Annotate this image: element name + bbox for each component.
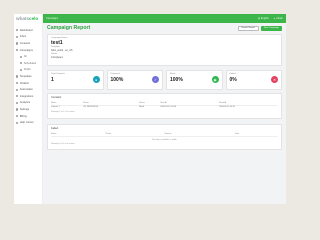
logo-part1: whats — [16, 16, 30, 21]
nav-icon — [16, 42, 19, 45]
sidebar-item-help-center[interactable]: Help Center — [14, 119, 42, 126]
stat-card: Total Contacts 1 ● — [47, 70, 104, 90]
language-selector[interactable]: ◍ English — [258, 17, 269, 20]
sidebar-item-campaigns[interactable]: Campaigns — [14, 47, 42, 54]
sidebar-item-label: Automation — [19, 88, 33, 92]
table-cell: +91 9876543210 — [82, 106, 98, 109]
sidebar-item-label: Scheduled — [23, 61, 37, 65]
sidebar-item-automation[interactable]: Automation — [14, 86, 42, 93]
stat-label: Read — [170, 73, 176, 75]
sidebar-item-chatbot[interactable]: Chatbot — [14, 80, 42, 87]
user-icon: ● — [273, 17, 276, 20]
sidebar-item-label: Campaigns — [19, 48, 33, 52]
nav-icon — [16, 81, 19, 85]
sidebar-item-label: Billing — [19, 114, 27, 118]
nav-icon — [16, 35, 19, 38]
failed-table-footer: Showing 0 to 0 of 0 entries — [51, 142, 75, 145]
failed-table-card: Failed Name Phone Reason Date No data avail… — [47, 124, 282, 150]
table-cell: Contact 1 — [51, 106, 60, 109]
stat-card: Failed 0% ✕ — [225, 70, 282, 90]
sidebar-item-drafts[interactable]: Drafts — [14, 67, 42, 74]
column-header[interactable]: Date — [234, 132, 278, 137]
nav-icon — [16, 29, 19, 32]
sidebar-item-analytics[interactable]: Analytics — [14, 100, 42, 107]
globe-icon: ◍ — [257, 17, 260, 20]
topbar-breadcrumb[interactable]: Campaigns — [46, 17, 258, 20]
sidebar-item-all[interactable]: All — [14, 53, 42, 60]
nav-icon — [16, 48, 19, 52]
page-header: Campaign Report Export Report New Campai… — [43, 23, 286, 33]
nav-icon — [16, 108, 19, 111]
stat-label: Failed — [229, 73, 236, 75]
sidebar-item-label: Analytics — [19, 101, 31, 105]
main-area: Campaigns ◍ English ● Admin Campaign Repor… — [43, 14, 286, 204]
table-cell: Read — [139, 106, 144, 109]
topbar: Campaigns ◍ English ● Admin — [43, 14, 286, 23]
stats-row: Total Contacts 1 ● Delivered 100% ✓ Read 100% ◉ F… — [47, 70, 282, 90]
logo-suffix: o — [35, 16, 39, 21]
column-header[interactable]: Reason — [164, 132, 235, 137]
campaign-info-card: Campaign Name test1 Template hello_world… — [47, 34, 282, 66]
language-label: English — [260, 17, 269, 20]
sidebar-item-dashboard[interactable]: Dashboard — [14, 27, 42, 34]
export-report-button[interactable]: Export Report — [237, 25, 260, 31]
failed-table-empty: No data available in table — [152, 138, 177, 141]
sidebar-item-templates[interactable]: Templates — [14, 73, 42, 80]
column-header[interactable]: Phone — [105, 132, 165, 137]
sidebar-nav: Dashboard Inbox Contacts Campaigns All Schedu… — [14, 23, 42, 126]
nav-icon — [16, 95, 19, 98]
sidebar-item-contacts[interactable]: Contacts — [14, 40, 42, 47]
sidebar-item-label: Drafts — [23, 68, 31, 72]
table-row: Contact 1 +91 9876543210 Read 2024-01-15 10… — [51, 105, 278, 109]
nav-icon — [16, 75, 19, 78]
nav-icon — [20, 68, 23, 71]
nav-icon — [20, 62, 23, 65]
sidebar-item-label: Help Center — [19, 121, 34, 125]
sidebar-item-label: Inbox — [19, 35, 27, 39]
stat-label: Total Contacts — [51, 73, 65, 75]
sidebar-item-billing[interactable]: Billing — [14, 113, 42, 120]
nav-icon — [16, 101, 19, 104]
nav-icon — [16, 88, 19, 91]
app-window: whats cel o Dashboard Inbox Contacts Campaign… — [14, 14, 286, 204]
contacts-table-title: Contacts — [51, 96, 62, 99]
nav-icon — [16, 114, 19, 118]
user-name: Admin — [276, 17, 283, 20]
new-campaign-button[interactable]: New Campaign — [261, 25, 282, 31]
sidebar-item-label: Templates — [19, 74, 32, 78]
table-cell: 2024-01-15 10:30 — [160, 106, 177, 109]
sidebar-item-settings[interactable]: Settings — [14, 106, 42, 113]
sidebar-item-label: Chatbot — [19, 81, 29, 85]
check-icon: ✓ — [152, 76, 159, 83]
sidebar-item-label: Dashboard — [19, 28, 33, 32]
contacts-table-footer: Showing 1 to 1 of 1 entries — [51, 111, 75, 114]
user-menu[interactable]: ● Admin — [274, 17, 283, 20]
nav-icon — [16, 121, 19, 124]
table-header-row: Name Phone Reason Date — [51, 132, 278, 137]
contacts-table: Name Phone Status Sent At Read At Contact 1 +… — [51, 101, 278, 109]
sidebar-item-label: Contacts — [19, 41, 31, 45]
stat-label: Delivered — [110, 73, 120, 75]
sidebar-item-label: All — [23, 55, 27, 59]
stat-card: Read 100% ◉ — [166, 70, 223, 90]
users-icon: ● — [92, 76, 100, 83]
sidebar-item-integrations[interactable]: Integrations — [14, 93, 42, 100]
sidebar-item-label: Settings — [19, 107, 30, 111]
contacts-table-card: Contacts Name Phone Status Sent At Read At C… — [47, 93, 282, 119]
page-title: Campaign Report — [47, 25, 91, 31]
table-cell: 2024-01-15 10:35 — [219, 106, 235, 109]
sidebar: whats cel o Dashboard Inbox Contacts Campaign… — [14, 14, 43, 204]
close-icon: ✕ — [271, 76, 278, 83]
status-value: Completed — [51, 56, 63, 60]
logo[interactable]: whats cel o — [14, 14, 42, 23]
nav-icon — [20, 55, 23, 58]
sidebar-item-label: Integrations — [19, 94, 34, 98]
column-header[interactable]: Name — [51, 132, 106, 137]
failed-table-title: Failed — [51, 127, 59, 130]
sidebar-item-inbox[interactable]: Inbox — [14, 34, 42, 41]
stat-card: Delivered 100% ✓ — [106, 70, 163, 90]
sidebar-item-scheduled[interactable]: Scheduled — [14, 60, 42, 67]
eye-icon: ◉ — [211, 76, 219, 83]
topbar-actions: ◍ English ● Admin — [258, 17, 283, 20]
